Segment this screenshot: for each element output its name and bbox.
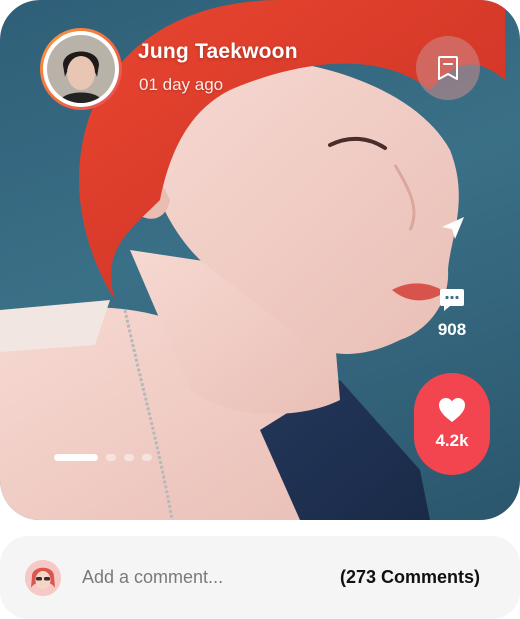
bookmark-icon: [438, 56, 458, 80]
carousel-indicator: [54, 454, 152, 461]
comments-button[interactable]: 908: [424, 286, 480, 346]
comment-bar: (273 Comments): [0, 536, 520, 619]
heart-icon: [439, 398, 465, 422]
view-comments-link[interactable]: (273 Comments): [340, 567, 480, 588]
comment-count: 908: [437, 320, 467, 339]
carousel-dot[interactable]: [142, 454, 152, 461]
carousel-dot[interactable]: [124, 454, 134, 461]
post-timestamp: 01 day ago: [139, 75, 224, 94]
send-icon: [442, 217, 464, 239]
comment-input[interactable]: [82, 562, 302, 592]
chat-bubble-icon: [440, 289, 464, 311]
post-card: Jung Taekwoon 01 day ago 908 4.2k: [0, 0, 520, 520]
author-avatar-ring[interactable]: [40, 28, 122, 110]
carousel-dot-active[interactable]: [54, 454, 98, 461]
bookmark-button[interactable]: [416, 36, 480, 100]
like-button[interactable]: 4.2k: [414, 373, 490, 475]
carousel-dot[interactable]: [106, 454, 116, 461]
like-count: 4.2k: [435, 431, 469, 450]
current-user-avatar: [25, 560, 61, 596]
author-avatar: [47, 35, 115, 103]
author-name[interactable]: Jung Taekwoon: [138, 40, 298, 64]
share-button[interactable]: [433, 208, 473, 248]
